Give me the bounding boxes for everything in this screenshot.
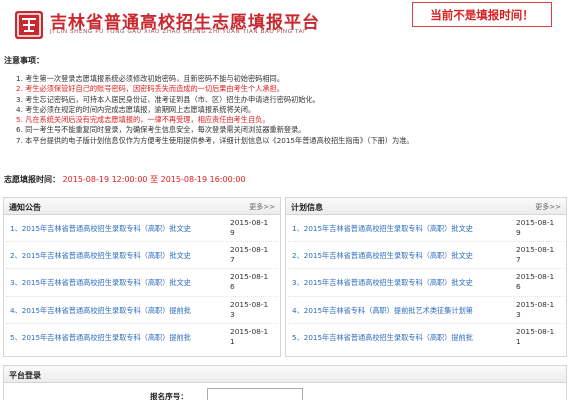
plan-link[interactable]: 1、2015年吉林省普通高校招生录取专科（高职）批文史 — [292, 224, 516, 234]
fill-period-start: 2015-08-19 12:00:00 — [62, 175, 148, 184]
site-subtitle: JI LIN SHENG PU TONG GAO XIAO ZHAO SHENG… — [50, 29, 306, 35]
announcement-item: 3、2015年吉林省普通高校招生录取专科（高职）批文史 2015-08-16 — [6, 269, 278, 297]
note-item-warning: 5. 凡在系统关闭后没有完成志愿填报的，一律不再受理，相应责任由考生自负。 — [16, 115, 270, 125]
exam-number-label: 报名序号： — [150, 392, 188, 400]
announcement-date: 2015-08-11 — [230, 326, 269, 346]
fill-period: 志愿填报时间： 2015-08-19 12:00:00 至 2015-08-19… — [4, 174, 246, 185]
announcements-title: 通知公告 — [9, 203, 41, 212]
plan-date: 2015-08-13 — [516, 299, 555, 319]
plan-item: 4、2015年吉林省专科（高职）提前批艺术类征集计划第 2015-08-13 — [288, 297, 564, 324]
not-fill-time-notice: 当前不是填报时间！ — [412, 2, 552, 27]
plan-link[interactable]: 5、2015年吉林省普通高校招生录取专科（高职）提前批 — [292, 333, 516, 343]
fill-period-label: 志愿填报时间： — [4, 175, 60, 184]
header: 吉林省普通高校招生志愿填报平台 JI LIN SHENG PU TONG GAO… — [0, 0, 570, 50]
announcement-link[interactable]: 4、2015年吉林省普通高校招生录取专科（高职）提前批 — [10, 306, 232, 316]
plan-item: 3、2015年吉林省普通高校招生录取专科（高职）批文史 2015-08-16 — [288, 269, 564, 297]
plan-info-header: 计划信息 更多>> — [286, 198, 566, 215]
announcement-date: 2015-08-17 — [230, 245, 269, 265]
plan-date: 2015-08-11 — [516, 326, 555, 346]
notes-list: 1. 考生第一次登录志愿填报系统必须修改初始密码，且新密码不能与初始密码相同。 … — [16, 74, 566, 146]
announcement-link[interactable]: 1、2015年吉林省普通高校招生录取专科（高职）批文史 — [10, 224, 232, 234]
plan-item: 5、2015年吉林省普通高校招生录取专科（高职）提前批 2015-08-11 — [288, 324, 564, 351]
exam-number-input[interactable] — [207, 388, 303, 400]
site-logo[interactable]: 吉林省普通高校招生志愿填报平台 JI LIN SHENG PU TONG GAO… — [6, 6, 319, 42]
notes-heading: 注意事项： — [4, 56, 44, 65]
plan-link[interactable]: 3、2015年吉林省普通高校招生录取专科（高职）批文史 — [292, 278, 516, 288]
announcements-list: 1、2015年吉林省普通高校招生录取专科（高职）批文史 2015-08-19 2… — [4, 215, 280, 351]
plan-item: 1、2015年吉林省普通高校招生录取专科（高职）批文史 2015-08-19 — [288, 215, 564, 243]
note-item: 1. 考生第一次登录志愿填报系统必须修改初始密码，且新密码不能与初始密码相同。 — [16, 74, 284, 83]
announcement-link[interactable]: 2、2015年吉林省普通高校招生录取专科（高职）批文史 — [10, 251, 232, 261]
announcement-date: 2015-08-19 — [230, 218, 269, 237]
note-item: 3. 考生忘记密码后，可持本人居民身份证、准考证到县（市、区）招生办申请进行密码… — [16, 94, 320, 104]
plan-info-list: 1、2015年吉林省普通高校招生录取专科（高职）批文史 2015-08-19 2… — [286, 215, 566, 351]
plan-info-panel: 计划信息 更多>> 1、2015年吉林省普通高校招生录取专科（高职）批文史 20… — [285, 197, 567, 357]
announcement-item: 4、2015年吉林省普通高校招生录取专科（高职）提前批 2015-08-13 — [6, 297, 278, 324]
platform-login-title: 平台登录 — [9, 371, 41, 380]
fill-period-end: 2015-08-19 16:00:00 — [160, 175, 246, 184]
plan-item: 2、2015年吉林省普通高校招生录取专科（高职）批文史 2015-08-17 — [288, 242, 564, 270]
plan-date: 2015-08-19 — [516, 218, 555, 237]
platform-login-panel: 平台登录 报名序号： — [3, 365, 567, 400]
plan-date: 2015-08-17 — [516, 245, 555, 265]
announcements-panel: 通知公告 更多>> 1、2015年吉林省普通高校招生录取专科（高职）批文史 20… — [3, 197, 281, 357]
note-item: 7. 本平台提供的电子版计划信息仅作为方便考生使用提供参考，详细计划信息以《20… — [16, 135, 414, 145]
note-item: 4. 考生必须在规定的时间内完成志愿填报，逾期网上志愿填报系统将关闭。 — [16, 104, 256, 114]
jilin-seal-logo-icon — [15, 11, 43, 39]
note-item-warning: 2. 考生必须保管好自己的账号密码，因密码丢失而造成的一切后果由考生个人承担。 — [16, 84, 284, 94]
platform-login-header: 平台登录 — [4, 366, 566, 383]
plan-link[interactable]: 4、2015年吉林省专科（高职）提前批艺术类征集计划第 — [292, 306, 516, 316]
fill-period-separator: 至 — [150, 175, 159, 184]
announcement-date: 2015-08-16 — [230, 272, 269, 292]
announcement-item: 5、2015年吉林省普通高校招生录取专科（高职）提前批 2015-08-11 — [6, 324, 278, 351]
announcements-header: 通知公告 更多>> — [4, 198, 280, 215]
announcement-link[interactable]: 5、2015年吉林省普通高校招生录取专科（高职）提前批 — [10, 333, 232, 343]
plan-info-title: 计划信息 — [291, 203, 323, 212]
announcement-item: 2、2015年吉林省普通高校招生录取专科（高职）批文史 2015-08-17 — [6, 242, 278, 270]
plan-link[interactable]: 2、2015年吉林省普通高校招生录取专科（高职）批文史 — [292, 251, 516, 261]
announcements-more-link[interactable]: 更多>> — [249, 202, 275, 212]
plan-date: 2015-08-16 — [516, 272, 555, 292]
announcement-link[interactable]: 3、2015年吉林省普通高校招生录取专科（高职）批文史 — [10, 278, 232, 288]
plan-info-more-link[interactable]: 更多>> — [535, 202, 561, 212]
note-item: 6. 同一考生号不能重复同时登录，为确保考生信息安全，每次登录需关闭浏览器重新登… — [16, 125, 306, 135]
announcement-item: 1、2015年吉林省普通高校招生录取专科（高职）批文史 2015-08-19 — [6, 215, 278, 243]
announcement-date: 2015-08-13 — [230, 299, 269, 319]
